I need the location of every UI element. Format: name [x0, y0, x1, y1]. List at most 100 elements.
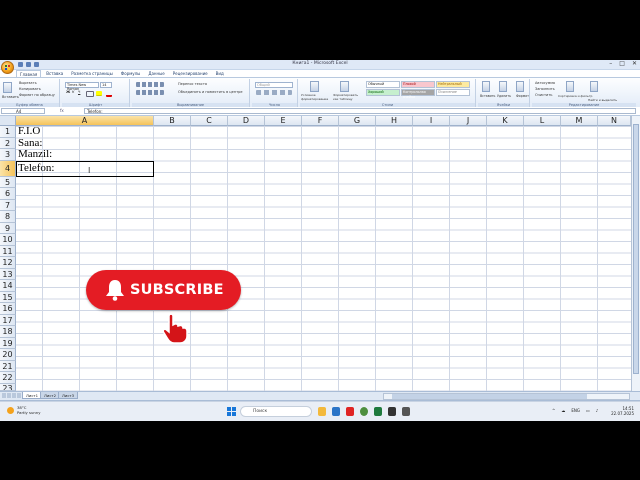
fx-icon[interactable]: fx	[60, 108, 64, 113]
column-header-f[interactable]: F	[302, 116, 339, 126]
italic-icon[interactable]: К	[72, 90, 75, 94]
maximize-button[interactable]: □	[619, 60, 625, 68]
column-header-e[interactable]: E	[265, 116, 302, 126]
row-header-20[interactable]: 20	[0, 349, 16, 361]
tab-data[interactable]: Данные	[145, 70, 167, 77]
row-header-16[interactable]: 16	[0, 303, 16, 315]
language-indicator[interactable]: ENG	[571, 408, 580, 413]
format-table-icon[interactable]	[340, 81, 349, 92]
font-color-icon[interactable]	[106, 91, 112, 97]
column-header-c[interactable]: C	[191, 116, 228, 126]
tab-review[interactable]: Рецензирование	[170, 70, 211, 77]
row-header-22[interactable]: 22	[0, 372, 16, 384]
chevron-up-icon[interactable]: ^	[552, 408, 555, 413]
wrap-text-button[interactable]: Перенос текста	[178, 82, 207, 86]
row-header-10[interactable]: 10	[0, 234, 16, 246]
name-box[interactable]: A4	[1, 108, 45, 114]
conditional-format-icon[interactable]	[310, 81, 319, 92]
office-button[interactable]	[1, 61, 14, 74]
format-painter-button[interactable]: Формат по образцу	[19, 93, 55, 97]
windows-start-icon[interactable]	[227, 407, 236, 416]
excel-taskbar-icon[interactable]	[374, 407, 382, 416]
vertical-scroll-thumb[interactable]	[633, 124, 639, 374]
column-header-k[interactable]: K	[487, 116, 524, 126]
conditional-format-button[interactable]: Условное форматирование	[301, 93, 331, 101]
row-header-17[interactable]: 17	[0, 314, 16, 326]
delete-cells-icon[interactable]	[499, 81, 507, 92]
paste-icon[interactable]	[3, 82, 12, 93]
column-header-l[interactable]: L	[524, 116, 561, 126]
row-header-6[interactable]: 6	[0, 188, 16, 200]
file-explorer-icon[interactable]	[318, 407, 326, 416]
chrome-icon[interactable]	[360, 407, 368, 416]
tab-insert[interactable]: Вставка	[43, 70, 66, 77]
column-header-d[interactable]: D	[228, 116, 265, 126]
underline-icon[interactable]: Ч	[78, 90, 80, 94]
select-all-corner[interactable]	[0, 116, 16, 126]
format-cells-icon[interactable]	[516, 81, 524, 92]
number-format-select[interactable]: Общий	[255, 82, 293, 88]
find-select-button[interactable]: Найти и выделить	[588, 98, 617, 102]
style-explanatory[interactable]: Пояснение	[436, 89, 470, 96]
clock[interactable]: 14:51 22.07.2025	[611, 406, 634, 416]
borders-icon[interactable]	[86, 91, 94, 97]
edge-icon[interactable]	[332, 407, 340, 416]
worksheet-grid[interactable]: A B C D E F G H I J K L M N 1 2 3 4 5 6 …	[0, 116, 631, 391]
network-icon[interactable]: ▭	[586, 408, 590, 413]
clear-button[interactable]: Очистить	[535, 93, 552, 97]
sheet-nav-buttons[interactable]	[2, 393, 21, 398]
row-header-19[interactable]: 19	[0, 337, 16, 349]
horizontal-scrollbar[interactable]	[383, 393, 630, 400]
tab-home[interactable]: Главная	[16, 70, 42, 77]
number-format-icons[interactable]	[256, 90, 292, 95]
column-header-n[interactable]: N	[598, 116, 631, 126]
column-header-h[interactable]: H	[376, 116, 413, 126]
tab-page-layout[interactable]: Разметка страницы	[68, 70, 116, 77]
insert-cells-button[interactable]: Вставить	[480, 94, 495, 98]
column-header-g[interactable]: G	[339, 116, 376, 126]
row-header-11[interactable]: 11	[0, 245, 16, 257]
delete-cells-button[interactable]: Удалить	[497, 94, 511, 98]
cell-a3[interactable]: Manzil:	[18, 148, 52, 161]
taskbar-search[interactable]: Поиск	[240, 406, 312, 417]
weather-sun-icon[interactable]	[7, 407, 14, 414]
vertical-align-icons[interactable]	[136, 82, 164, 87]
format-as-table-button[interactable]: Форматировать как таблицу	[333, 93, 363, 101]
row-header-13[interactable]: 13	[0, 268, 16, 280]
sort-filter-icon[interactable]	[566, 81, 574, 92]
row-header-2[interactable]: 2	[0, 137, 16, 149]
row-header-21[interactable]: 21	[0, 360, 16, 372]
font-name-select[interactable]: Times New Roman	[65, 82, 99, 91]
tab-formulas[interactable]: Формулы	[118, 70, 144, 77]
vertical-scrollbar[interactable]	[631, 116, 640, 391]
weather-widget[interactable]: 38°C Partly sunny	[17, 405, 40, 415]
row-header-4[interactable]: 4	[0, 160, 16, 177]
horizontal-scroll-thumb[interactable]	[392, 394, 587, 399]
column-header-i[interactable]: I	[413, 116, 450, 126]
font-size-select[interactable]: 14	[100, 82, 112, 88]
formula-input[interactable]: Telefon:	[84, 108, 636, 114]
row-header-18[interactable]: 18	[0, 326, 16, 338]
sheet-tab-3[interactable]: Лист3	[58, 392, 79, 399]
row-header-9[interactable]: 9	[0, 222, 16, 234]
tab-view[interactable]: Вид	[213, 70, 227, 77]
horizontal-align-icons[interactable]	[136, 90, 164, 95]
minimize-button[interactable]: –	[609, 60, 612, 68]
paste-button[interactable]: Вставить	[2, 95, 19, 99]
cut-button[interactable]: Вырезать	[19, 81, 37, 85]
fill-color-icon[interactable]	[96, 91, 102, 96]
row-header-3[interactable]: 3	[0, 149, 16, 161]
find-select-icon[interactable]	[590, 81, 598, 92]
row-header-8[interactable]: 8	[0, 211, 16, 223]
merge-center-button[interactable]: Объединить и поместить в центре	[178, 90, 243, 94]
format-cells-button[interactable]: Формат	[516, 94, 529, 98]
column-header-j[interactable]: J	[450, 116, 487, 126]
style-neutral[interactable]: Нейтральный	[436, 81, 470, 88]
bold-icon[interactable]: Ж	[66, 90, 70, 94]
app-icon[interactable]	[388, 407, 396, 416]
app-icon-2[interactable]	[402, 407, 410, 416]
column-header-m[interactable]: M	[561, 116, 598, 126]
cell-a1[interactable]: F.I.O	[18, 125, 40, 138]
row-header-15[interactable]: 15	[0, 291, 16, 303]
autosum-button[interactable]: Автосумма	[535, 81, 555, 85]
